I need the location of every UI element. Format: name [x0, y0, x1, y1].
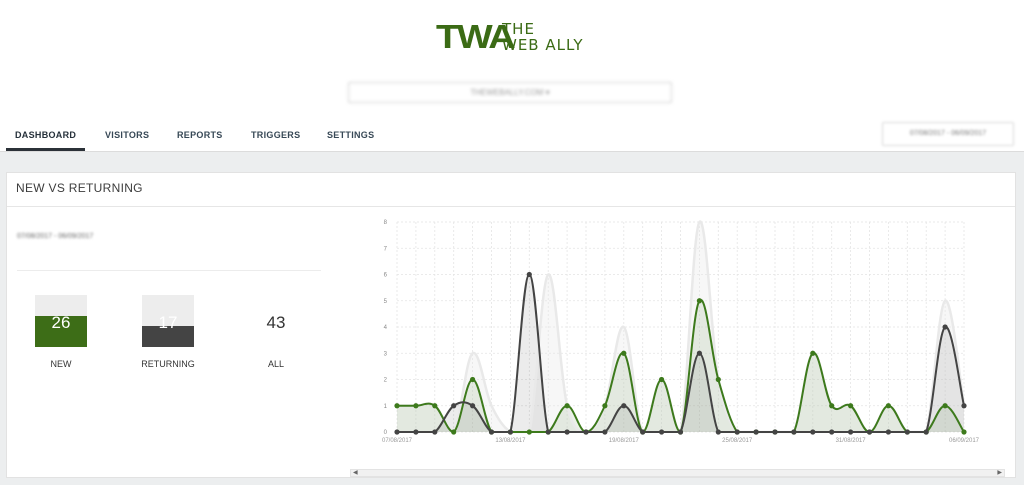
series-new-point	[451, 429, 457, 435]
series-returning-point	[640, 429, 646, 435]
panel-title: NEW VS RETURNING	[16, 181, 143, 195]
series-new-point	[961, 429, 967, 435]
series-returning-point	[810, 429, 816, 435]
logo-line-1: THE	[502, 20, 535, 38]
series-new-point	[621, 350, 627, 356]
stat-new-label: NEW	[50, 359, 72, 369]
tab-visitors[interactable]: VISITORS	[105, 130, 149, 140]
series-returning-point	[791, 429, 797, 435]
series-returning-point	[923, 429, 929, 435]
series-new-point	[526, 429, 532, 435]
date-range-picker[interactable]: 07/08/2017 - 06/09/2017	[882, 122, 1014, 146]
stat-returning-value: 17	[158, 313, 178, 332]
stat-new-box: 26	[35, 295, 87, 347]
series-returning-point	[753, 429, 759, 435]
series-returning-point	[583, 429, 589, 435]
scroll-right-icon[interactable]: ▶	[997, 469, 1002, 476]
panel-date-range: 07/08/2017 - 06/09/2017	[17, 233, 94, 240]
x-tick-label: 25/08/2017	[722, 438, 753, 444]
series-new-point	[659, 376, 665, 383]
left-divider	[17, 270, 321, 271]
top-header: TWA THE WEB ALLY THEWEBALLY.COM ▾ DASHBO…	[0, 0, 1024, 152]
series-returning-point	[545, 429, 551, 435]
series-returning-point	[942, 324, 948, 330]
series-returning-point	[564, 429, 570, 435]
tab-reports[interactable]: REPORTS	[177, 130, 223, 140]
y-tick-label: 3	[384, 351, 388, 357]
new-vs-returning-panel: NEW VS RETURNING 07/08/2017 - 06/09/2017…	[6, 172, 1016, 478]
series-new-point	[696, 298, 702, 304]
series-new-point	[564, 403, 570, 409]
series-returning-point	[507, 429, 513, 435]
series-returning-point	[470, 403, 476, 409]
series-returning-point	[715, 429, 721, 435]
stat-returning-label: RETURNING	[141, 359, 195, 369]
series-returning-point	[772, 429, 778, 435]
series-returning-point	[677, 429, 684, 435]
x-tick-label: 13/08/2017	[495, 438, 526, 444]
chart-scrollbar[interactable]: ◀ ▶	[350, 469, 1005, 477]
series-returning-point	[659, 429, 665, 435]
series-new-point	[885, 403, 892, 409]
logo[interactable]: TWA THE WEB ALLY	[436, 20, 596, 56]
series-new-point	[602, 403, 608, 409]
y-tick-label: 7	[384, 246, 388, 252]
tab-dashboard[interactable]: DASHBOARD	[15, 130, 76, 140]
series-returning-point	[394, 429, 400, 435]
x-tick-label: 06/09/2017	[949, 438, 980, 444]
series-returning-point	[829, 429, 835, 435]
series-returning-point	[526, 271, 532, 278]
panel-divider	[7, 206, 1015, 207]
series-returning-point	[696, 350, 702, 356]
stat-returning-box: 17	[142, 295, 194, 347]
y-tick-label: 1	[384, 404, 388, 410]
series-returning-point	[885, 429, 892, 435]
x-tick-label: 19/08/2017	[609, 438, 640, 444]
series-new-point	[829, 403, 835, 409]
new-vs-returning-chart: 0 1 2 3 4 5 6 7 8 07/08/2017 13/08/2017 19/08/2017 2…	[382, 220, 980, 444]
series-new-point	[413, 403, 419, 409]
tab-triggers[interactable]: TRIGGERS	[251, 130, 300, 140]
series-returning-point	[734, 429, 740, 435]
series-returning-point	[961, 403, 967, 409]
x-tick-label: 31/08/2017	[836, 438, 867, 444]
stat-new: 26 NEW	[35, 295, 87, 369]
series-new-point	[942, 403, 948, 409]
stat-all-label: ALL	[267, 359, 284, 369]
tab-settings[interactable]: SETTINGS	[327, 130, 374, 140]
series-returning-point	[413, 429, 419, 435]
series-new-point	[432, 403, 438, 409]
series-returning-point	[488, 429, 495, 435]
series-new-point	[470, 376, 476, 383]
y-tick-label: 0	[384, 430, 388, 436]
series-returning-point	[866, 429, 873, 435]
series-returning-point	[602, 429, 608, 435]
y-tick-label: 4	[384, 325, 388, 331]
y-tick-label: 5	[384, 299, 388, 305]
series-returning-point	[621, 403, 627, 409]
x-tick-label: 07/08/2017	[382, 438, 413, 444]
scroll-left-icon[interactable]: ◀	[353, 469, 358, 476]
series-new-point	[848, 403, 854, 409]
header-divider	[0, 151, 1024, 152]
stat-new-value: 26	[51, 313, 71, 332]
series-new-point	[810, 350, 816, 356]
series-returning-point	[848, 429, 854, 435]
logo-wordmark: THE WEB ALLY	[502, 21, 584, 53]
series-returning-point	[432, 429, 438, 435]
y-tick-label: 8	[384, 220, 388, 226]
series-new-point	[394, 403, 400, 409]
stat-all: 43 ALL	[250, 295, 302, 369]
stat-all-value: 43	[266, 313, 286, 332]
series-new-point	[715, 376, 721, 383]
logo-line-2: WEB ALLY	[502, 36, 584, 54]
series-returning-point	[904, 429, 910, 435]
site-select[interactable]: THEWEBALLY.COM ▾	[348, 82, 672, 103]
series-returning-point	[451, 403, 457, 409]
stat-returning: 17 RETURNING	[141, 295, 195, 369]
y-tick-label: 2	[384, 378, 388, 384]
y-tick-label: 6	[384, 273, 388, 279]
